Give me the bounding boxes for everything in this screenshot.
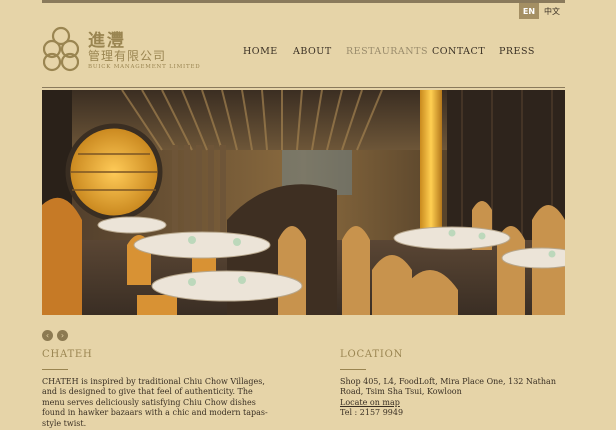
restaurant-description: CHATEH is inspired by traditional Chiu C… <box>42 377 282 429</box>
restaurant-interior-image <box>42 90 565 315</box>
address-line: Road, Tsim Sha Tsui, Kowloon <box>340 387 462 397</box>
phone-number: Tel : 2157 9949 <box>340 408 404 418</box>
carousel-controls: ‹ › <box>42 330 68 341</box>
main-nav: HOME ABOUT RESTAURANTS CONTACT PRESS <box>0 46 616 60</box>
carousel-next-icon[interactable]: › <box>57 330 68 341</box>
address-line: Shop 405, L4, FoodLoft, Mira Place One, … <box>340 377 556 386</box>
restaurant-title-rule <box>42 369 68 370</box>
language-switcher: EN 中文 <box>519 3 565 19</box>
nav-contact[interactable]: CONTACT <box>432 46 485 57</box>
description-line: style twist. <box>42 418 87 428</box>
description-line: menu serves deliciously satisfying Chiu … <box>42 397 256 407</box>
location-title: LOCATION <box>340 349 404 360</box>
lang-en-button[interactable]: EN <box>519 3 539 19</box>
top-border-line <box>42 0 565 3</box>
nav-home[interactable]: HOME <box>243 46 278 57</box>
location-title-rule <box>340 369 366 370</box>
header-divider <box>42 87 565 88</box>
nav-press[interactable]: PRESS <box>499 46 535 57</box>
restaurant-title: CHATEH <box>42 349 93 360</box>
location-details: Shop 405, L4, FoodLoft, Mira Place One, … <box>340 377 580 419</box>
restaurant-photo <box>42 90 565 315</box>
description-line: found in hawker bazaars with a chic and … <box>42 408 268 418</box>
carousel-prev-icon[interactable]: ‹ <box>42 330 53 341</box>
nav-restaurants[interactable]: RESTAURANTS <box>346 46 428 57</box>
locate-on-map-link[interactable]: Locate on map <box>340 398 580 408</box>
logo-english-name: BUICK MANAGEMENT LIMITED <box>88 64 201 70</box>
description-line: and is designed to give that feel of aut… <box>42 387 253 397</box>
description-line: CHATEH is inspired by traditional Chiu C… <box>42 377 265 386</box>
nav-about[interactable]: ABOUT <box>293 46 332 57</box>
lang-zh-button[interactable]: 中文 <box>539 3 565 19</box>
